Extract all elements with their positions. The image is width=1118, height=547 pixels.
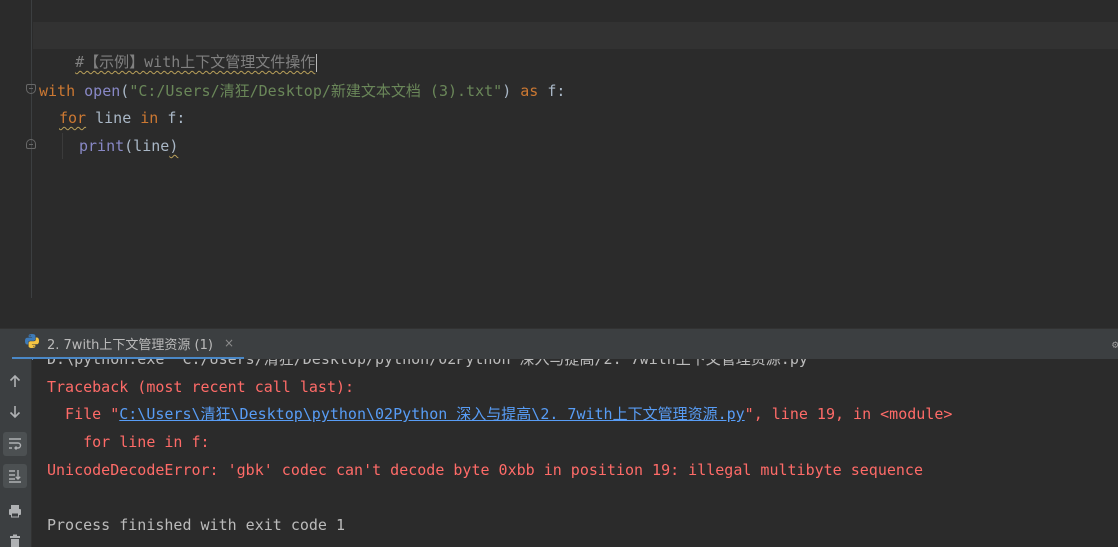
fold-open-icon[interactable] (26, 84, 36, 94)
error-message: UnicodeDecodeError: 'gbk' codec can't de… (47, 461, 923, 479)
print-args: (line (124, 137, 170, 155)
console-toolbar (0, 359, 32, 547)
builtin-print: print (79, 137, 125, 155)
keyword-in: in (140, 109, 159, 127)
keyword-as: as (520, 82, 539, 100)
traceback-file-line: File "C:\Users\清狂\Desktop\python\02Pytho… (47, 401, 952, 428)
print-close-paren: ) (169, 137, 179, 155)
file-prefix: File " (47, 405, 120, 423)
code-editor[interactable]: #【示例】with上下文管理文件操作 with open("C:/Users/清… (0, 0, 1118, 298)
run-tab[interactable]: 2. 7with上下文管理资源 (1) × (12, 329, 244, 360)
editor-gutter (0, 0, 32, 298)
run-tab-bar: 2. 7with上下文管理资源 (1) × ⚙ (0, 328, 1118, 360)
code-line-3[interactable]: with open("C:/Users/清狂/Desktop/新建文本文档 (3… (39, 78, 565, 104)
code-line-4[interactable]: for line in f: (59, 105, 185, 131)
console-output[interactable]: D:\python.exe "C:/Users/清狂/Desktop/pytho… (33, 359, 1118, 547)
fold-close-icon[interactable] (26, 139, 36, 149)
traceback-header: Traceback (most recent call last): (47, 378, 355, 396)
keyword-with: with (39, 82, 76, 100)
file-suffix: ", line 19, in <module> (744, 405, 953, 423)
arrow-up-icon[interactable] (3, 369, 27, 393)
loop-iterable: f: (167, 109, 186, 127)
comment-text: #【示例】with上下文管理文件操作 (75, 53, 316, 71)
loop-variable: line (95, 109, 132, 127)
traceback-code-line: for line in f: (47, 433, 210, 451)
indent-guide (62, 133, 63, 159)
print-icon[interactable] (3, 499, 27, 523)
trash-icon[interactable] (3, 529, 27, 547)
keyword-for: for (59, 109, 87, 127)
paren-close: ) (502, 82, 512, 100)
exit-message: Process finished with exit code 1 (47, 516, 346, 534)
python-icon (24, 333, 40, 353)
gear-icon[interactable]: ⚙ (1112, 338, 1118, 351)
builtin-open: open (84, 82, 121, 100)
console-command-line: D:\python.exe "C:/Users/清狂/Desktop/pytho… (47, 359, 817, 368)
soft-wrap-icon[interactable] (3, 432, 27, 456)
scroll-to-end-icon[interactable] (3, 464, 27, 488)
run-tab-label: 2. 7with上下文管理资源 (1) (47, 337, 213, 353)
panel-separator (0, 298, 1118, 328)
code-line-1[interactable]: #【示例】with上下文管理文件操作 (39, 23, 318, 72)
paren-open: ( (120, 82, 130, 100)
path-string: "C:/Users/清狂/Desktop/新建文本文档 (3).txt" (129, 82, 503, 100)
file-path-link[interactable]: C:\Users\清狂\Desktop\python\02Python 深入与提… (119, 405, 744, 423)
as-target: f: (547, 82, 566, 100)
code-line-5[interactable]: print(line) (79, 133, 178, 159)
text-caret (316, 53, 318, 72)
arrow-down-icon[interactable] (3, 400, 27, 424)
close-icon[interactable]: × (224, 336, 234, 350)
